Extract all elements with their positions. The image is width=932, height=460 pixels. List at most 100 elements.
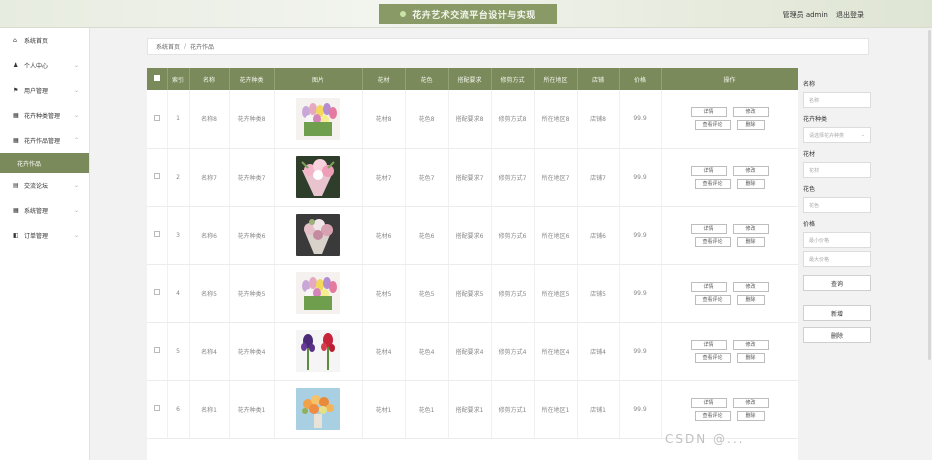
name-filter-input[interactable]: 名称 bbox=[803, 92, 871, 108]
edit-button[interactable]: 修改 bbox=[732, 339, 769, 350]
cell-price: 99.9 bbox=[619, 264, 662, 323]
col-header-trim: 修剪方式 bbox=[491, 68, 535, 90]
cell-color: 花色4 bbox=[405, 322, 449, 381]
min-price-input[interactable]: 最小价格 bbox=[803, 232, 871, 248]
delete-button[interactable]: 删除 bbox=[736, 410, 765, 421]
sidebar-item-1[interactable]: ♟ 个人中心 ⌄ bbox=[0, 53, 89, 78]
cell-image bbox=[274, 148, 363, 207]
cell-type: 花卉种类4 bbox=[229, 322, 275, 381]
add-button[interactable]: 新增 bbox=[803, 305, 871, 321]
table-row: 3 名称6 花卉种类6 花材6 花色6 搭配要求6 修剪方式6 所在地区6 店铺6 99.9 详情修… bbox=[147, 206, 798, 265]
row-checkbox[interactable] bbox=[147, 322, 168, 381]
type-filter-select[interactable]: 请选择花卉种类 ⌄ bbox=[803, 127, 871, 143]
color-filter-input[interactable]: 花色 bbox=[803, 197, 871, 213]
sidebar-item-4[interactable]: ▦ 花卉作品管理 ⌃ bbox=[0, 128, 89, 153]
breadcrumb-separator: / bbox=[184, 43, 187, 50]
view-comments-button[interactable]: 查看评论 bbox=[694, 120, 731, 131]
view-comments-button[interactable]: 查看评论 bbox=[694, 352, 731, 363]
breadcrumb: 系统首页 / 花卉作品 bbox=[147, 38, 869, 55]
detail-button[interactable]: 详情 bbox=[690, 397, 727, 408]
sidebar-item-0[interactable]: ⌂ 系统首页 bbox=[0, 28, 89, 53]
sidebar-subitem-flower-works[interactable]: 花卉作品 bbox=[0, 153, 89, 173]
edit-button[interactable]: 修改 bbox=[732, 223, 769, 234]
sidebar-item-label: 花卉作品管理 bbox=[24, 138, 61, 145]
table-row: 4 名称5 花卉种类5 花材5 花色5 搭配要求5 修剪方式5 所在地区5 店铺5 99.9 详情修… bbox=[147, 264, 798, 323]
cell-index: 5 bbox=[167, 322, 190, 381]
cell-requirement: 搭配要求8 bbox=[448, 90, 492, 149]
checkbox[interactable] bbox=[153, 231, 160, 237]
checkbox[interactable] bbox=[153, 405, 160, 411]
sidebar-item-2[interactable]: ⚑ 用户管理 ⌄ bbox=[0, 78, 89, 103]
cell-region: 所在地区4 bbox=[534, 322, 578, 381]
batch-delete-button[interactable]: 删除 bbox=[803, 327, 871, 343]
grid-icon: ▦ bbox=[13, 137, 19, 144]
sidebar-item-label: 交流论坛 bbox=[24, 183, 49, 190]
cell-shop: 店铺4 bbox=[577, 322, 620, 381]
edit-button[interactable]: 修改 bbox=[732, 165, 769, 176]
chevron-down-icon: ⌄ bbox=[860, 132, 865, 138]
detail-button[interactable]: 详情 bbox=[690, 107, 727, 118]
edit-button[interactable]: 修改 bbox=[732, 281, 769, 292]
delete-button[interactable]: 删除 bbox=[736, 294, 765, 305]
cell-material: 花材7 bbox=[362, 148, 406, 207]
main-content: 系统首页 / 花卉作品 索引 名称 花卉种类 图片 花材 花色 搭配要求 修剪方… bbox=[100, 28, 932, 460]
detail-button[interactable]: 详情 bbox=[690, 165, 727, 176]
checkbox[interactable] bbox=[153, 114, 160, 121]
cell-name: 名称1 bbox=[189, 380, 230, 439]
sidebar-item-3[interactable]: ▦ 花卉种类管理 ⌄ bbox=[0, 103, 89, 128]
material-filter-input[interactable]: 花材 bbox=[803, 162, 871, 178]
query-button[interactable]: 查询 bbox=[803, 275, 871, 291]
view-comments-button[interactable]: 查看评论 bbox=[694, 294, 731, 305]
page-scrollbar[interactable] bbox=[928, 30, 931, 360]
checkbox[interactable] bbox=[153, 173, 160, 179]
edit-button[interactable]: 修改 bbox=[732, 107, 769, 118]
breadcrumb-home[interactable]: 系统首页 bbox=[156, 42, 180, 51]
cell-image bbox=[274, 322, 363, 381]
sidebar-item-6[interactable]: ▦ 系统管理 ⌄ bbox=[0, 198, 89, 223]
delete-button[interactable]: 删除 bbox=[736, 120, 765, 131]
detail-button[interactable]: 详情 bbox=[690, 339, 727, 350]
cell-price: 99.9 bbox=[619, 90, 662, 149]
max-price-input[interactable]: 最大价格 bbox=[803, 251, 871, 267]
cell-image bbox=[274, 206, 363, 265]
sidebar-item-label: 系统管理 bbox=[24, 208, 49, 215]
cell-trim: 修剪方式1 bbox=[491, 380, 535, 439]
view-comments-button[interactable]: 查看评论 bbox=[694, 410, 731, 421]
checkbox[interactable] bbox=[153, 347, 160, 353]
app-title: 花卉艺术交流平台设计与实现 bbox=[412, 10, 536, 21]
row-checkbox[interactable] bbox=[147, 90, 168, 149]
edit-button[interactable]: 修改 bbox=[732, 397, 769, 408]
row-checkbox[interactable] bbox=[147, 148, 168, 207]
cart-icon: ◧ bbox=[13, 232, 19, 239]
cell-index: 2 bbox=[167, 148, 190, 207]
sidebar-item-label: 系统首页 bbox=[24, 38, 49, 45]
logout-link[interactable]: 退出登录 bbox=[836, 11, 864, 19]
cell-shop: 店铺8 bbox=[577, 90, 620, 149]
sidebar-item-7[interactable]: ◧ 订单管理 ⌄ bbox=[0, 223, 89, 248]
cell-shop: 店铺5 bbox=[577, 264, 620, 323]
cell-shop: 店铺7 bbox=[577, 148, 620, 207]
cell-type: 花卉种类6 bbox=[229, 206, 275, 265]
cell-image bbox=[274, 264, 363, 323]
delete-button[interactable]: 删除 bbox=[736, 236, 765, 247]
chevron-icon: ⌄ bbox=[73, 112, 79, 119]
row-checkbox[interactable] bbox=[147, 264, 168, 323]
row-checkbox[interactable] bbox=[147, 206, 168, 265]
col-header-shop: 店铺 bbox=[577, 68, 620, 90]
cell-color: 花色1 bbox=[405, 380, 449, 439]
delete-button[interactable]: 删除 bbox=[736, 178, 765, 189]
col-header-region: 所在地区 bbox=[534, 68, 578, 90]
detail-button[interactable]: 详情 bbox=[690, 223, 727, 234]
row-checkbox[interactable] bbox=[147, 380, 168, 439]
delete-button[interactable]: 删除 bbox=[736, 352, 765, 363]
chevron-icon: ⌃ bbox=[73, 137, 79, 144]
checkbox[interactable] bbox=[153, 289, 160, 295]
row-actions: 详情 修改 查看评论 删除 bbox=[682, 165, 778, 189]
cell-region: 所在地区8 bbox=[534, 90, 578, 149]
select-all-checkbox[interactable] bbox=[147, 68, 168, 90]
sidebar-item-5[interactable]: ▤ 交流论坛 ⌄ bbox=[0, 173, 89, 198]
view-comments-button[interactable]: 查看评论 bbox=[694, 236, 731, 247]
col-header-material: 花材 bbox=[362, 68, 406, 90]
view-comments-button[interactable]: 查看评论 bbox=[694, 178, 731, 189]
detail-button[interactable]: 详情 bbox=[690, 281, 727, 292]
